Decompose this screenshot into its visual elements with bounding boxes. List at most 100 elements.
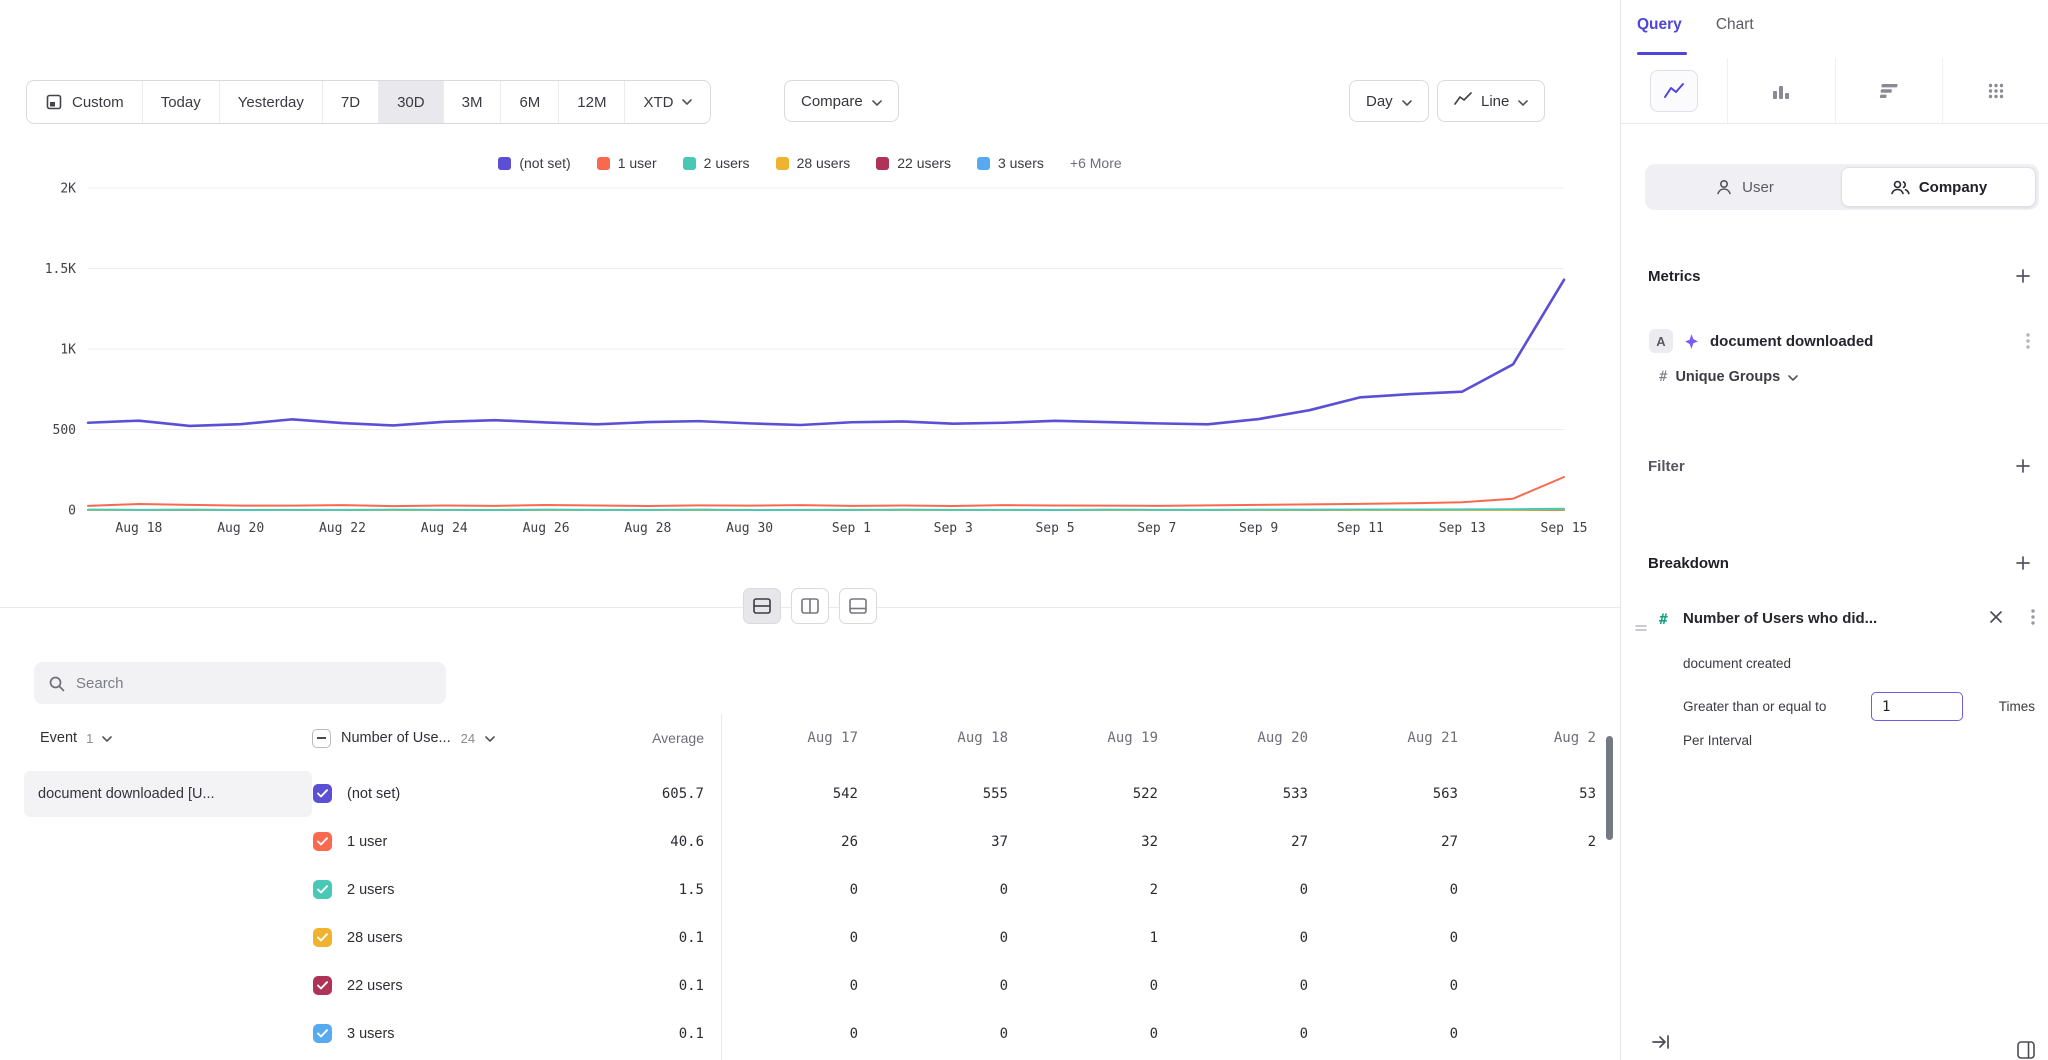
svg-text:Sep 1: Sep 1 (832, 521, 871, 536)
row-label[interactable]: 3 users (347, 1010, 395, 1058)
toggle-right-sidebar-icon (2016, 1040, 2036, 1060)
column-header-aug-20[interactable]: Aug 20 (1158, 714, 1308, 762)
cell-value: 0 (1308, 914, 1458, 962)
check-icon (317, 789, 328, 798)
layout-split-horizontal-button[interactable] (743, 588, 781, 624)
metric-badge: A (1649, 329, 1673, 353)
row-label[interactable]: 1 user (347, 818, 387, 866)
filter-section-header: Filter (1648, 448, 2034, 484)
layout-split-vertical-button[interactable] (791, 588, 829, 624)
row-checkbox[interactable] (313, 784, 332, 803)
svg-text:0: 0 (68, 504, 76, 519)
column-header-aug-18[interactable]: Aug 18 (858, 714, 1008, 762)
search-input[interactable] (76, 675, 432, 692)
row-checkbox[interactable] (313, 832, 332, 851)
funnel-chart-icon (1878, 82, 1900, 100)
add-filter-button[interactable] (2012, 455, 2034, 477)
tab-chart[interactable]: Chart (1716, 16, 1754, 46)
legend-item[interactable]: 3 users (977, 155, 1044, 171)
row-label[interactable]: 22 users (347, 962, 403, 1010)
cell-value: 40.6 (554, 818, 704, 866)
date-range-label: 3M (462, 94, 483, 111)
legend-label: 2 users (704, 155, 750, 171)
chevron-down-icon (1402, 100, 1412, 106)
metric-name[interactable]: document downloaded (1710, 333, 1873, 350)
cell-value: 0 (1308, 866, 1458, 914)
breakdown-condition[interactable]: Greater than or equal to (1683, 699, 1826, 714)
event-header-label: Event (40, 730, 77, 746)
column-header-aug-17[interactable]: Aug 17 (708, 714, 858, 762)
cell-value: 0.1 (554, 962, 704, 1010)
row-checkbox[interactable] (313, 928, 332, 947)
date-range-custom[interactable]: Custom (27, 81, 142, 123)
date-range-xtd[interactable]: XTD (624, 81, 710, 123)
breakdown-event[interactable]: document created (1683, 656, 1791, 671)
column-header-average[interactable]: Average (554, 714, 704, 762)
row-checkbox[interactable] (313, 1024, 332, 1043)
breakdown-card: # Number of Users who did... document cr… (1621, 600, 2048, 770)
metric-item[interactable]: A document downloaded (1649, 324, 2038, 358)
date-range-30d[interactable]: 30D (378, 81, 443, 123)
chart-kind-line-button[interactable] (1621, 58, 1727, 123)
chart-kind-more-button[interactable] (1942, 58, 2048, 123)
breakdown-title[interactable]: Number of Users who did... (1683, 610, 1973, 627)
remove-breakdown-button[interactable] (1989, 610, 2003, 629)
date-range-yesterday[interactable]: Yesterday (219, 81, 322, 123)
date-range-label: Today (161, 94, 201, 111)
cell-value: 0 (708, 962, 858, 1010)
legend-more[interactable]: +6 More (1070, 155, 1122, 171)
interval-dropdown[interactable]: Day (1349, 80, 1429, 122)
breakdown-value-input[interactable] (1871, 692, 1963, 721)
column-header-aug-21[interactable]: Aug 21 (1308, 714, 1458, 762)
toggle-right-sidebar-button[interactable] (2016, 1040, 2036, 1060)
metric-aggregation[interactable]: # Unique Groups (1659, 362, 1798, 392)
legend-label: (not set) (519, 155, 570, 171)
cell-value: 542 (708, 770, 858, 818)
entity-option-company[interactable]: Company (1841, 167, 2036, 207)
tab-query[interactable]: Query (1637, 16, 1682, 46)
table-row: 2 users1.500200 (0, 866, 1620, 914)
legend-item[interactable]: 1 user (597, 155, 657, 171)
event-column-header[interactable]: Event 1 (40, 714, 112, 762)
date-range-7d[interactable]: 7D (322, 81, 378, 123)
aggregation-symbol: # (1659, 369, 1667, 385)
legend-item[interactable]: 2 users (683, 155, 750, 171)
row-checkbox[interactable] (313, 880, 332, 899)
row-label[interactable]: (not set) (347, 770, 400, 818)
date-range-label: 7D (341, 94, 360, 111)
date-range-12m[interactable]: 12M (558, 81, 624, 123)
legend-item[interactable]: 22 users (876, 155, 951, 171)
date-range-6m[interactable]: 6M (500, 81, 558, 123)
entity-company-label: Company (1919, 179, 1987, 196)
collapse-panel-icon (1651, 1034, 1671, 1050)
table-row: 22 users0.100000 (0, 962, 1620, 1010)
layout-panel-bottom-button[interactable] (839, 588, 877, 624)
date-picker-icon (45, 93, 63, 111)
chart-type-dropdown[interactable]: Line (1437, 80, 1545, 122)
date-range-3m[interactable]: 3M (443, 81, 501, 123)
metric-menu-button[interactable] (2018, 329, 2038, 353)
row-label[interactable]: 2 users (347, 866, 395, 914)
row-label[interactable]: 28 users (347, 914, 403, 962)
breakdown-menu-button[interactable] (2031, 608, 2035, 631)
column-header-aug-19[interactable]: Aug 19 (1008, 714, 1158, 762)
legend-item[interactable]: 28 users (776, 155, 851, 171)
legend-item[interactable]: (not set) (498, 155, 570, 171)
breakdown-column-header[interactable]: Number of Use... 24 (312, 714, 495, 762)
add-breakdown-button[interactable] (2012, 552, 2034, 574)
select-all-checkbox[interactable] (312, 729, 331, 748)
table-scrollbar[interactable] (1606, 736, 1613, 840)
add-metric-button[interactable] (2012, 265, 2034, 287)
column-header-aug-2[interactable]: Aug 2 (1446, 714, 1596, 762)
svg-text:Aug 22: Aug 22 (319, 521, 366, 536)
compare-button[interactable]: Compare (784, 80, 899, 122)
row-checkbox[interactable] (313, 976, 332, 995)
breakdown-unit: Times (1999, 699, 2035, 714)
chart-kind-funnel-button[interactable] (1835, 58, 1942, 123)
chart-kind-bar-button[interactable] (1727, 58, 1834, 123)
drag-handle-icon[interactable] (1635, 620, 1647, 638)
date-range-today[interactable]: Today (142, 81, 219, 123)
svg-text:Aug 28: Aug 28 (624, 521, 671, 536)
collapse-panel-button[interactable] (1651, 1034, 1671, 1055)
entity-option-user[interactable]: User (1648, 167, 1841, 207)
